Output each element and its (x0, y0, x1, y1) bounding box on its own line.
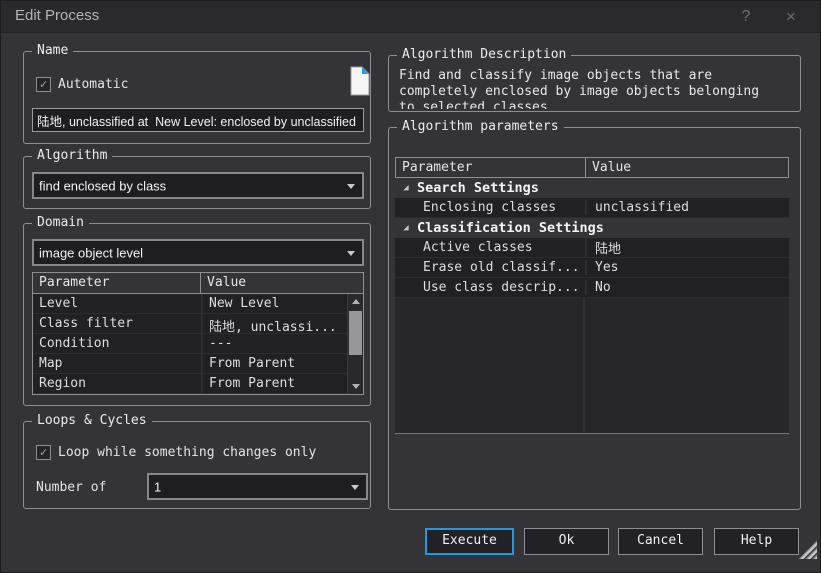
param-cell: Level (33, 294, 201, 313)
cancel-button[interactable]: Cancel (618, 528, 703, 555)
table-row[interactable]: Region From Parent (33, 374, 363, 394)
process-name-input[interactable] (32, 108, 364, 132)
table-row[interactable]: Map From Parent (33, 354, 363, 374)
group-label: Classification Settings (417, 220, 604, 236)
param-row[interactable]: Erase old classif... Yes (395, 258, 789, 278)
title-bar[interactable]: Edit Process ? × (1, 1, 820, 33)
resize-grip-icon[interactable] (798, 540, 817, 559)
name-group: Name ✓ Automatic (23, 51, 371, 144)
execute-button[interactable]: Execute (425, 528, 514, 555)
param-cell: Active classes (395, 240, 585, 255)
description-group-label: Algorithm Description (397, 47, 571, 62)
edit-process-dialog: Edit Process ? × Name ✓ Automatic Algori… (0, 0, 821, 573)
scroll-down-icon[interactable] (348, 379, 364, 394)
param-cell: Erase old classif... (395, 260, 585, 275)
algorithm-group-label: Algorithm (32, 148, 112, 163)
domain-group: Domain image object level Parameter Valu… (23, 223, 371, 406)
loops-cycles-group: Loops & Cycles ✓ Loop while something ch… (23, 421, 371, 509)
window-title: Edit Process (15, 7, 99, 24)
number-of-value: 1 (154, 479, 161, 494)
number-of-label: Number of (36, 480, 106, 495)
expander-icon[interactable]: ◢ (395, 223, 417, 233)
table-row[interactable]: Condition --- (33, 334, 363, 354)
parameters-table-header: Parameter Value (395, 157, 789, 178)
parameters-table-empty-area (395, 298, 789, 434)
help-icon[interactable]: ? (734, 5, 758, 29)
param-cell: Map (33, 354, 201, 373)
scroll-up-icon[interactable] (348, 294, 364, 309)
column-header[interactable]: Value (201, 273, 363, 293)
algorithm-select-value: find enclosed by class (39, 178, 166, 193)
value-cell: 陆地 (585, 238, 789, 257)
value-cell: 陆地, unclassi... (201, 314, 363, 333)
column-header[interactable]: Parameter (396, 158, 586, 177)
loop-checkbox-label: Loop while something changes only (58, 445, 316, 460)
chevron-down-icon (351, 485, 359, 490)
scrollbar-thumb[interactable] (349, 311, 362, 355)
value-cell: From Parent (201, 374, 363, 393)
close-icon[interactable]: × (779, 5, 803, 29)
algorithm-parameters-group: Algorithm parameters Parameter Value ◢ S… (388, 127, 801, 510)
parameters-table: Parameter Value ◢ Search Settings Enclos… (395, 157, 789, 434)
chevron-down-icon (347, 251, 355, 256)
parameters-group-label: Algorithm parameters (397, 119, 564, 134)
name-group-label: Name (32, 43, 73, 58)
table-row[interactable]: Level New Level (33, 294, 363, 314)
automatic-checkbox-label: Automatic (58, 77, 128, 92)
param-row[interactable]: Active classes 陆地 (395, 238, 789, 258)
column-header[interactable]: Value (586, 158, 788, 177)
param-row[interactable]: Use class descrip... No (395, 278, 789, 298)
domain-table-header: Parameter Value (33, 273, 363, 294)
automatic-checkbox[interactable]: ✓ (36, 77, 51, 92)
algorithm-group: Algorithm find enclosed by class (23, 156, 371, 209)
domain-group-label: Domain (32, 215, 89, 230)
param-row[interactable]: Enclosing classes unclassified (395, 198, 789, 218)
chevron-down-icon (347, 184, 355, 189)
algorithm-description-text: Find and classify image objects that are… (399, 68, 776, 109)
group-label: Search Settings (417, 180, 539, 196)
loop-checkbox[interactable]: ✓ (36, 445, 51, 460)
domain-table-scrollbar[interactable] (347, 294, 363, 394)
algorithm-description-group: Algorithm Description Find and classify … (388, 55, 801, 112)
param-cell: Condition (33, 334, 201, 353)
domain-select[interactable]: image object level (32, 239, 364, 266)
value-cell: From Parent (201, 354, 363, 373)
loop-checkbox-row: ✓ Loop while something changes only (36, 445, 316, 460)
algorithm-select[interactable]: find enclosed by class (32, 172, 364, 199)
param-group-row[interactable]: ◢ Search Settings (395, 178, 789, 198)
ok-button[interactable]: Ok (524, 528, 609, 555)
param-group-row[interactable]: ◢ Classification Settings (395, 218, 789, 238)
param-cell: Enclosing classes (395, 200, 585, 215)
param-cell: Use class descrip... (395, 280, 585, 295)
param-cell: Region (33, 374, 201, 393)
column-header[interactable]: Parameter (33, 273, 201, 293)
domain-select-value: image object level (39, 245, 143, 260)
automatic-checkbox-row: ✓ Automatic (36, 77, 128, 92)
value-cell: --- (201, 334, 363, 353)
table-row[interactable]: Class filter 陆地, unclassi... (33, 314, 363, 334)
number-of-select[interactable]: 1 (147, 473, 368, 500)
param-cell: Class filter (33, 314, 201, 333)
value-cell: No (585, 280, 789, 295)
value-cell: unclassified (585, 200, 789, 215)
help-button[interactable]: Help (714, 528, 799, 555)
expander-icon[interactable]: ◢ (395, 183, 417, 193)
loops-group-label: Loops & Cycles (32, 413, 152, 428)
value-cell: Yes (585, 260, 789, 275)
new-document-icon[interactable] (350, 66, 370, 96)
value-cell: New Level (201, 294, 363, 313)
domain-table: Parameter Value Level New Level Class fi… (32, 272, 364, 395)
